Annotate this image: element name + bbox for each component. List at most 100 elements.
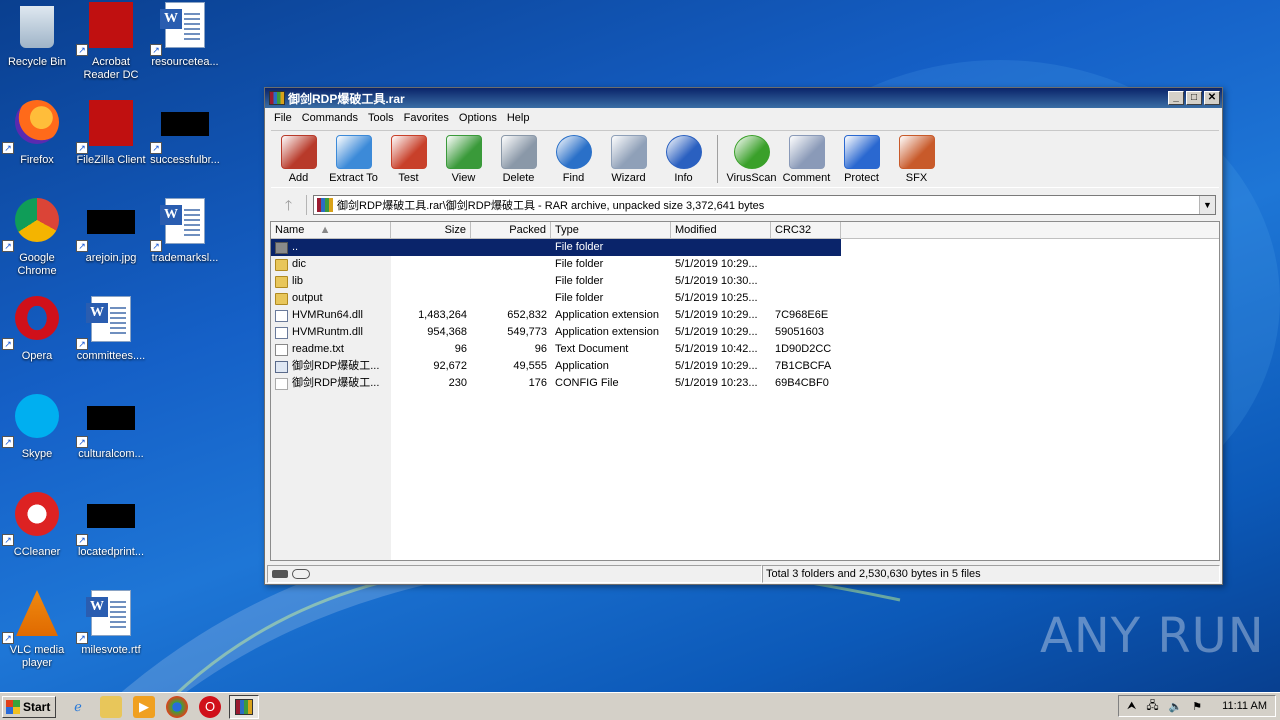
menu-item[interactable]: File [269,112,297,124]
toolbar-button-protect[interactable]: Protect [834,131,889,187]
shortcut-arrow-icon: ↗ [76,632,88,644]
toolbar-label: Comment [782,172,831,184]
table-row[interactable]: output File folder 5/1/2019 10:25... [271,290,841,307]
cell-name: 御剑RDP爆破工... [271,375,391,392]
table-row[interactable]: 御剑RDP爆破工... 230 176 CONFIG File 5/1/2019 10:… [271,375,841,392]
chrome-icon[interactable] [166,695,188,718]
col-size[interactable]: Size [391,222,471,238]
ie-icon[interactable]: ℯ [67,696,89,718]
col-crc[interactable]: CRC32 [771,222,841,238]
menu-item[interactable]: Commands [297,112,363,124]
desktop-icon[interactable]: ↗ arejoin.jpg [74,198,148,265]
winrar-task-button[interactable] [229,694,259,719]
desktop-icon[interactable]: ↗ VLC media player [0,590,74,670]
toolbar-button-delete[interactable]: Delete [491,131,546,187]
desktop-icon[interactable]: ↗ Google Chrome [0,198,74,278]
cell-size: 96 [454,343,467,355]
chevron-down-icon[interactable]: ▼ [1199,196,1215,214]
cell-type: Application extension [555,326,659,338]
toolbar-label: View [451,172,476,184]
clock[interactable]: 11:11 AM [1212,700,1267,712]
wizard-icon [610,135,647,169]
minimize-button[interactable]: _ [1168,91,1184,105]
desktop-icon[interactable]: ↗ culturalcom... [74,394,148,461]
cell-crc [771,273,841,290]
folder-file-icon [275,275,288,288]
toolbar-button-comment[interactable]: Comment [779,131,834,187]
dll-file-icon [275,326,288,339]
menu-item[interactable]: Favorites [399,112,454,124]
cell-modified [671,239,771,256]
table-row[interactable]: dic File folder 5/1/2019 10:29... [271,256,841,273]
cell-modified: 5/1/2019 10:29... [675,326,758,338]
col-type[interactable]: Type [551,222,671,238]
cell-modified: 5/1/2019 10:23... [675,377,758,389]
media-player-icon[interactable]: ▶ [133,695,155,718]
table-row[interactable]: HVMRun64.dll 1,483,264 652,832 Application … [271,307,841,324]
col-name[interactable]: Name ▲ [271,222,391,238]
desktop-icon[interactable]: ↗ Opera [0,296,74,363]
maximize-button[interactable]: □ [1186,91,1202,105]
key-icon [292,569,310,579]
file-list[interactable]: Name ▲ Size Packed Type Modified CRC32 .… [270,221,1220,561]
desktop-icon[interactable]: ↗ Skype [0,394,74,461]
toolbar-button-sfx[interactable]: SFX [889,131,944,187]
close-button[interactable]: ✕ [1204,91,1220,105]
start-button[interactable]: Start [2,695,56,718]
desktop-icon[interactable]: W ↗ committees.... [74,296,148,363]
toolbar-label: VirusScan [726,172,777,184]
cell-size [391,256,471,273]
shortcut-arrow-icon: ↗ [2,142,14,154]
toolbar-button-add[interactable]: Add [271,131,326,187]
desktop-icon[interactable]: W ↗ resourcetea... [148,2,222,69]
desktop-icon[interactable]: ↗ locatedprint... [74,492,148,559]
toolbar-button-virusscan[interactable]: VirusScan [724,131,779,187]
desktop-icon[interactable]: W ↗ milesvote.rtf [74,590,148,657]
table-row[interactable]: lib File folder 5/1/2019 10:30... [271,273,841,290]
flag-icon[interactable]: ⚑ [1192,700,1202,713]
title-bar[interactable]: 御剑RDP爆破工具.rar _ □ ✕ [265,88,1222,108]
toolbar-button-find[interactable]: Find [546,131,601,187]
desktop-icon[interactable]: ↗ CCleaner [0,492,74,559]
toolbar-button-extract-to[interactable]: Extract To [326,131,381,187]
network-icon[interactable]: 🖧 [1146,697,1158,716]
desktop-icon[interactable]: ↗ successfulbr... [148,100,222,167]
file-name: HVMRun64.dll [292,309,363,321]
volume-icon[interactable]: 🔈 [1169,700,1183,713]
desktop-icon[interactable]: ↗ Acrobat Reader DC [74,2,148,82]
windows-logo-icon [6,699,20,714]
cell-crc: 1D90D2CC [775,343,832,355]
toolbar-button-wizard[interactable]: Wizard [601,131,656,187]
cell-type: Text Document [555,343,629,355]
toolbar-button-info[interactable]: Info [656,131,711,187]
desktop-icon[interactable]: ↗ FileZilla Client [74,100,148,167]
desktop-icon[interactable]: ↗ Firefox [0,100,74,167]
cell-packed [471,239,551,256]
cfg-file-icon [275,377,288,390]
opera-icon[interactable]: O [199,695,221,718]
toolbar-button-view[interactable]: View [436,131,491,187]
address-field[interactable]: 御剑RDP爆破工具.rar\御剑RDP爆破工具 - RAR archive, u… [313,195,1216,215]
cell-packed [471,290,551,307]
table-row[interactable]: .. File folder [271,239,841,256]
table-row[interactable]: HVMRuntm.dll 954,368 549,773 Application ex… [271,324,841,341]
filezilla-icon [89,100,133,146]
menu-item[interactable]: Tools [363,112,399,124]
desktop-icon-label: Skype [21,448,53,460]
up-arrow-icon[interactable]: 🡑 [271,195,307,215]
table-row[interactable]: readme.txt 96 96 Text Document 5/1/2019 10:4… [271,341,841,358]
menu-item[interactable]: Help [502,112,535,124]
menu-item[interactable]: Options [454,112,502,124]
test-icon [390,135,427,169]
explorer-icon[interactable] [100,695,122,718]
menu-bar: File Commands Tools Favorites Options Help [265,108,1222,127]
tray-expand-icon[interactable]: ⮝ [1127,700,1136,713]
ccleaner-icon [15,492,59,536]
desktop-icon[interactable]: Recycle Bin [0,2,74,69]
desktop-icon[interactable]: W ↗ trademarksl... [148,198,222,265]
table-row[interactable]: 御剑RDP爆破工... 92,672 49,555 Application 5/1/20… [271,358,841,375]
toolbar-button-test[interactable]: Test [381,131,436,187]
col-modified[interactable]: Modified [671,222,771,238]
col-packed[interactable]: Packed [471,222,551,238]
delete-icon [500,135,537,169]
